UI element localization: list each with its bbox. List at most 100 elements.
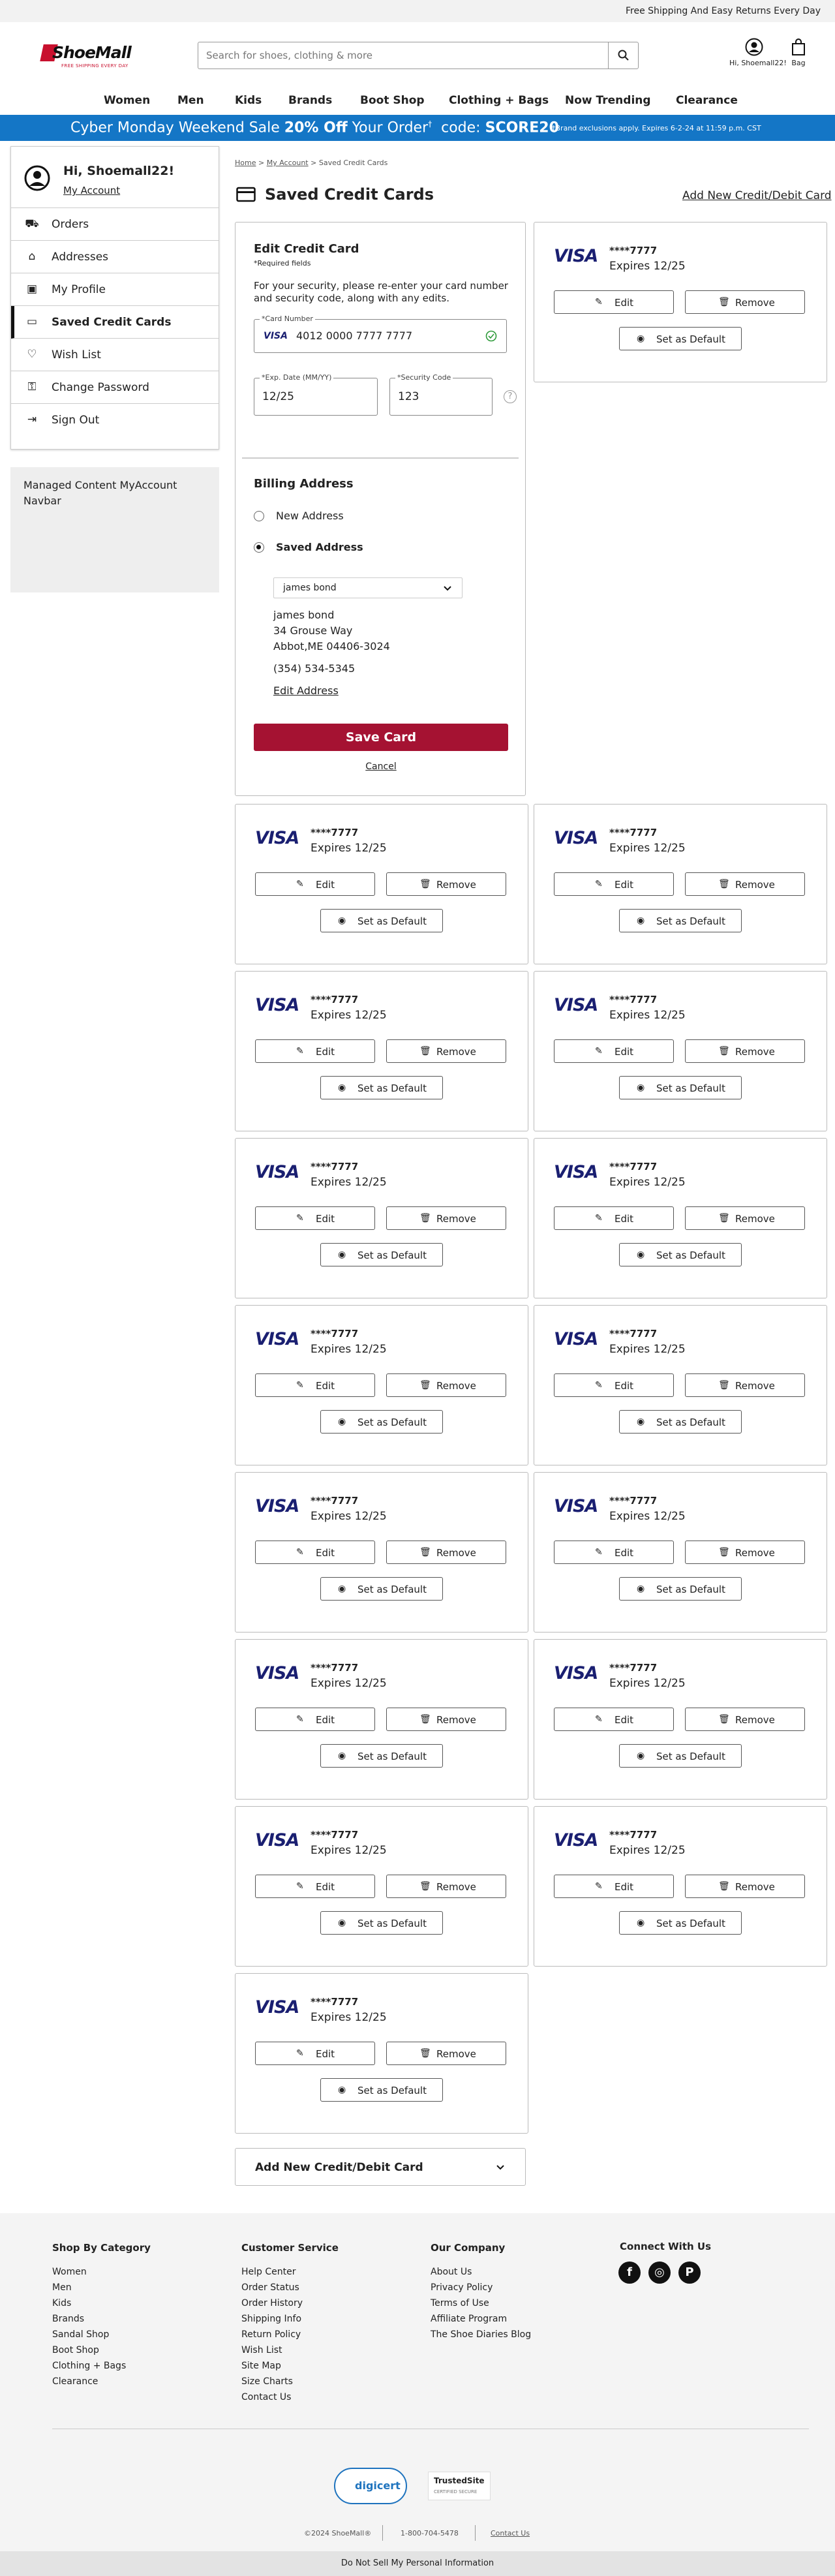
set-default-button[interactable]: ◉ Set as Default [320, 2078, 443, 2102]
breadcrumb-home[interactable]: Home [235, 159, 256, 167]
set-default-button[interactable]: ◉ Set as Default [619, 327, 742, 350]
sidebar-item-profile[interactable]: ▣ My Profile [11, 273, 219, 306]
edit-card-button[interactable]: ✎ Edit [255, 1039, 375, 1063]
edit-card-button[interactable]: ✎ Edit [554, 1875, 674, 1898]
footer-link[interactable]: Sandal Shop [52, 2327, 151, 2342]
card-number-field[interactable]: *Card Number VISA 4012 0000 7777 7777 [254, 314, 507, 353]
footer-link[interactable]: Brands [52, 2311, 151, 2327]
edit-card-button[interactable]: ✎ Edit [255, 872, 375, 896]
sidebar-item-change-password[interactable]: ⚿ Change Password [11, 371, 219, 404]
save-card-button[interactable]: Save Card [254, 724, 508, 751]
remove-card-button[interactable]: 🗑 Remove [386, 1373, 506, 1397]
footer-link[interactable]: Affiliate Program [431, 2311, 531, 2327]
search-input[interactable]: Search for shoes, clothing & more [206, 50, 372, 61]
exp-date-field[interactable]: *Exp. Date (MM/YY) 12/25 [254, 373, 378, 416]
search-bar[interactable]: Search for shoes, clothing & more [198, 42, 639, 69]
set-default-button[interactable]: ◉ Set as Default [619, 1076, 742, 1099]
footer-link[interactable]: Size Charts [241, 2374, 339, 2389]
nav-women[interactable]: Women [104, 94, 150, 107]
pinterest-icon[interactable]: P [678, 2262, 701, 2284]
footer-link[interactable]: Contact Us [241, 2389, 339, 2405]
edit-card-button[interactable]: ✎ Edit [255, 1708, 375, 1731]
breadcrumb-my-account[interactable]: My Account [267, 159, 309, 167]
saved-address-radio[interactable] [254, 542, 264, 553]
remove-card-button[interactable]: 🗑 Remove [685, 1373, 805, 1397]
set-default-button[interactable]: ◉ Set as Default [619, 1243, 742, 1266]
footer-link[interactable]: Order Status [241, 2280, 339, 2295]
remove-card-button[interactable]: 🗑 Remove [386, 1875, 506, 1898]
edit-card-button[interactable]: ✎ Edit [554, 1039, 674, 1063]
promo-banner[interactable]: Cyber Monday Weekend Sale 20% Off Your O… [0, 115, 835, 141]
footer-link[interactable]: About Us [431, 2264, 531, 2280]
saved-address-select[interactable]: james bond [273, 577, 463, 598]
set-default-button[interactable]: ◉ Set as Default [320, 1911, 443, 1935]
facebook-icon[interactable]: f [618, 2262, 641, 2284]
add-new-card-dropdown[interactable]: Add New Credit/Debit Card [235, 2148, 526, 2186]
nav-clearance[interactable]: Clearance [676, 94, 738, 107]
remove-card-button[interactable]: 🗑 Remove [685, 1708, 805, 1731]
nav-men[interactable]: Men [177, 94, 204, 107]
account-link[interactable]: Hi, Shoemall22! [729, 38, 787, 72]
search-button[interactable] [608, 42, 638, 69]
nav-kids[interactable]: Kids [235, 94, 262, 107]
footer-phone[interactable]: 1-800-704-5478 [401, 2529, 459, 2538]
nav-clothing-bags[interactable]: Clothing + Bags [449, 94, 549, 107]
set-default-button[interactable]: ◉ Set as Default [619, 1577, 742, 1601]
edit-card-button[interactable]: ✎ Edit [255, 1541, 375, 1564]
help-icon[interactable]: ? [504, 390, 517, 403]
remove-card-button[interactable]: 🗑 Remove [386, 2042, 506, 2065]
footer-contact-link[interactable]: Contact Us [491, 2529, 530, 2538]
edit-card-button[interactable]: ✎ Edit [554, 1373, 674, 1397]
set-default-button[interactable]: ◉ Set as Default [320, 1243, 443, 1266]
cancel-link[interactable]: Cancel [235, 761, 526, 772]
sidebar-item-wish-list[interactable]: ♡ Wish List [11, 339, 219, 371]
set-default-button[interactable]: ◉ Set as Default [619, 1911, 742, 1935]
footer-link[interactable]: Shipping Info [241, 2311, 339, 2327]
security-code-field[interactable]: *Security Code 123 [389, 373, 493, 416]
edit-card-button[interactable]: ✎ Edit [554, 1708, 674, 1731]
footer-link[interactable]: Privacy Policy [431, 2280, 531, 2295]
trustedsite-seal[interactable]: TrustedSite CERTIFIED SECURE [428, 2472, 491, 2500]
add-new-card-link[interactable]: Add New Credit/Debit Card [682, 189, 832, 202]
footer-link[interactable]: Site Map [241, 2358, 339, 2374]
remove-card-button[interactable]: 🗑 Remove [386, 872, 506, 896]
edit-card-button[interactable]: ✎ Edit [255, 2042, 375, 2065]
do-not-sell-link[interactable]: Do Not Sell My Personal Information [0, 2551, 835, 2576]
remove-card-button[interactable]: 🗑 Remove [685, 872, 805, 896]
remove-card-button[interactable]: 🗑 Remove [386, 1039, 506, 1063]
remove-card-button[interactable]: 🗑 Remove [685, 290, 805, 314]
footer-link[interactable]: Wish List [241, 2342, 339, 2358]
footer-link[interactable]: Kids [52, 2295, 151, 2311]
sidebar-item-addresses[interactable]: ⌂ Addresses [11, 241, 219, 273]
edit-card-button[interactable]: ✎ Edit [554, 1541, 674, 1564]
footer-link[interactable]: Women [52, 2264, 151, 2280]
remove-card-button[interactable]: 🗑 Remove [685, 1039, 805, 1063]
remove-card-button[interactable]: 🗑 Remove [386, 1206, 506, 1230]
set-default-button[interactable]: ◉ Set as Default [320, 1744, 443, 1768]
sidebar-item-sign-out[interactable]: ⇥ Sign Out [11, 404, 219, 437]
set-default-button[interactable]: ◉ Set as Default [320, 1076, 443, 1099]
set-default-button[interactable]: ◉ Set as Default [619, 1744, 742, 1768]
edit-card-button[interactable]: ✎ Edit [255, 1206, 375, 1230]
nav-brands[interactable]: Brands [288, 94, 332, 107]
remove-card-button[interactable]: 🗑 Remove [386, 1708, 506, 1731]
edit-card-button[interactable]: ✎ Edit [554, 872, 674, 896]
set-default-button[interactable]: ◉ Set as Default [619, 909, 742, 932]
edit-card-button[interactable]: ✎ Edit [255, 1373, 375, 1397]
footer-link[interactable]: Men [52, 2280, 151, 2295]
sidebar-item-saved-cards[interactable]: ▭ Saved Credit Cards [11, 306, 219, 339]
footer-link[interactable]: Clothing + Bags [52, 2358, 151, 2374]
nav-now-trending[interactable]: Now Trending [565, 94, 651, 107]
my-account-link[interactable]: My Account [63, 185, 120, 196]
nav-boot-shop[interactable]: Boot Shop [360, 94, 425, 107]
remove-card-button[interactable]: 🗑 Remove [685, 1875, 805, 1898]
set-default-button[interactable]: ◉ Set as Default [619, 1410, 742, 1434]
digicert-seal[interactable]: digicert [334, 2468, 407, 2504]
footer-link[interactable]: Clearance [52, 2374, 151, 2389]
remove-card-button[interactable]: 🗑 Remove [685, 1206, 805, 1230]
bag-link[interactable]: Bag [787, 38, 810, 72]
footer-link[interactable]: Return Policy [241, 2327, 339, 2342]
shoemall-logo[interactable]: ShoeMall FREE SHIPPING EVERY DAY [40, 43, 140, 73]
edit-address-link[interactable]: Edit Address [273, 684, 339, 697]
footer-link[interactable]: Order History [241, 2295, 339, 2311]
